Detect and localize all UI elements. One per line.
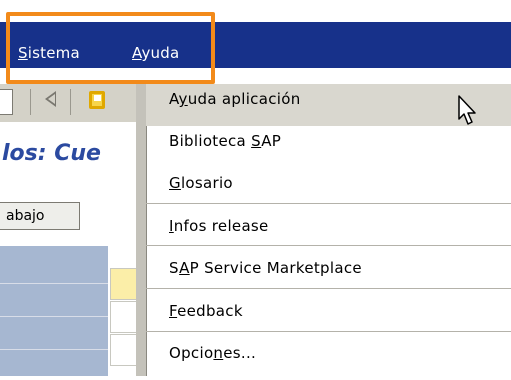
page-title: los: Cue <box>2 141 101 166</box>
grid-line <box>0 316 108 317</box>
back-triangle-icon[interactable] <box>45 91 56 107</box>
menu-item-biblioteca-sap[interactable]: Biblioteca SAP <box>146 126 511 168</box>
menu-separator <box>146 288 511 289</box>
toolbar-separator <box>30 89 31 115</box>
command-field[interactable] <box>0 89 13 115</box>
menu-item-ayuda-aplicacion[interactable]: Ayuda aplicación <box>146 84 511 126</box>
toolbar-separator <box>70 89 71 115</box>
dropdown-stripe <box>136 84 146 376</box>
grid-column <box>0 246 108 376</box>
menu-separator <box>146 331 511 332</box>
menu-item-opciones[interactable]: Opciones... <box>146 338 511 380</box>
grid-line <box>0 349 108 350</box>
menu-separator <box>146 203 511 204</box>
work-button[interactable]: abajo <box>0 202 80 230</box>
mouse-pointer-icon <box>458 95 476 125</box>
save-icon[interactable] <box>89 91 105 109</box>
menu-separator <box>146 245 511 246</box>
menu-item-infos-release[interactable]: Infos release <box>146 211 511 253</box>
grid-line <box>0 283 108 284</box>
highlight-box <box>6 12 215 84</box>
